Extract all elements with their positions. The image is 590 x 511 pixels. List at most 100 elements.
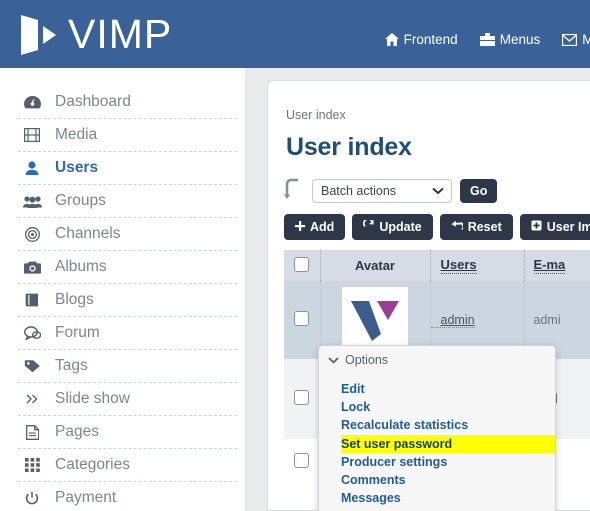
options-dropdown: Options Edit Lock Recalculate statistics… [318,345,556,511]
sidebar-item-forum[interactable]: Forum [0,317,245,349]
plus-icon [295,220,305,234]
row-checkbox-cell [284,439,321,499]
nav-menus[interactable]: Menus [479,32,541,47]
sidebar-item-label: Slide show [55,390,130,407]
select-all-checkbox[interactable] [294,256,310,272]
user-import-button-label: User Import [546,220,590,234]
sidebar-item-albums[interactable]: Albums [0,251,245,283]
refresh-icon [363,218,374,234]
add-button[interactable]: Add [284,214,346,240]
nav-frontend-label: Frontend [403,32,458,47]
users-group-icon [22,195,42,208]
nav-menus-label: Menus [499,32,541,47]
sidebar-item-label: Forum [55,324,100,341]
sidebar-item-groups[interactable]: Groups [0,185,245,217]
update-button[interactable]: Update [352,214,433,240]
sidebar-item-pages[interactable]: Pages [0,416,245,448]
options-dropdown-header-label: Options [345,353,389,367]
top-nav: Frontend Menus M [384,32,590,47]
home-icon [384,33,399,46]
sidebar-item-slide-show[interactable]: Slide show [0,383,245,415]
row-checkbox[interactable] [294,453,310,468]
tag-icon [22,359,42,373]
batch-actions-row: Batch actions Go [284,177,498,205]
film-icon [22,128,42,142]
add-button-label: Add [310,220,335,234]
brand-logo[interactable]: VIMP [0,12,172,56]
menu-item-messages[interactable]: Messages [341,489,555,507]
sidebar-item-label: Media [55,126,98,143]
plus-square-icon [531,220,542,234]
dashboard-icon [22,95,42,109]
go-button[interactable]: Go [460,179,498,203]
grid-icon [22,458,42,472]
menu-item-recalculate-statistics[interactable]: Recalculate statistics [341,416,555,434]
sidebar-item-label: Tags [55,357,88,374]
menu-item-set-user-password[interactable]: Set user password [341,434,555,453]
row-checkbox-cell [284,359,321,439]
sidebar-item-label: Payment [55,489,117,506]
chevron-down-icon [432,184,444,198]
sidebar-item-channels[interactable]: Channels [0,218,245,250]
sidebar-item-label: Channels [55,225,121,242]
batch-actions-value: Batch actions [321,184,397,198]
sidebar-item-label: Dashboard [55,93,131,110]
nav-mail-label: Mai [582,32,590,47]
chevron-down-icon [328,353,339,367]
sidebar-item-payment[interactable]: Payment [0,482,245,511]
options-dropdown-list: Edit Lock Recalculate statistics Set use… [319,374,555,507]
sidebar: Dashboard Media Users Groups Channels Al… [0,68,245,511]
nav-frontend[interactable]: Frontend [384,32,458,47]
file-icon [22,424,42,440]
book-icon [22,293,42,307]
page-title: User index [286,133,412,161]
row-checkbox-cell [284,281,321,359]
sidebar-item-tags[interactable]: Tags [0,350,245,382]
power-icon [22,491,42,505]
breadcrumb[interactable]: User index [286,108,346,122]
user-link[interactable]: admin [430,313,475,328]
reset-button-label: Reset [467,220,502,234]
sidebar-item-blogs[interactable]: Blogs [0,284,245,316]
user-import-button[interactable]: User Import [519,214,590,240]
top-header-bar: VIMP Frontend Menus M [0,0,590,68]
vimp-admin-screen: VIMP Frontend Menus M Dashboard Media Us… [0,0,590,511]
sidebar-item-label: Blogs [55,291,94,308]
update-button-label: Update [379,220,422,234]
briefcase-icon [479,33,495,46]
row-checkbox[interactable] [294,311,310,326]
sidebar-item-media[interactable]: Media [0,119,245,151]
user-icon [22,161,42,175]
sidebar-item-label: Pages [55,423,99,440]
sidebar-item-label: Categories [55,456,130,473]
vimp-play-logo-icon [18,12,58,56]
toolbar: Add Update Reset User I [284,214,590,240]
select-all-header [284,250,321,281]
table-header-row: Avatar Users E-ma [284,250,590,281]
comments-icon [22,326,42,340]
reset-button[interactable]: Reset [439,214,513,240]
sidebar-item-label: Albums [55,258,107,275]
options-dropdown-header[interactable]: Options [319,346,555,374]
sidebar-item-label: Users [55,159,99,176]
sidebar-item-categories[interactable]: Categories [0,449,245,481]
envelope-icon [562,33,578,46]
users-header[interactable]: Users [430,250,525,281]
menu-item-edit[interactable]: Edit [341,380,555,398]
email-header[interactable]: E-ma [524,250,590,281]
email-header-label: E-ma [533,257,566,274]
level-down-arrow-icon [284,177,304,205]
batch-actions-select[interactable]: Batch actions [312,179,452,203]
users-header-label: Users [440,257,477,274]
menu-item-lock[interactable]: Lock [341,398,555,416]
undo-arrow-icon [451,220,465,234]
vimp-v-avatar-icon [342,287,408,353]
sidebar-item-dashboard[interactable]: Dashboard [0,86,245,118]
double-chevron-right-icon [22,393,42,405]
menu-item-producer-settings[interactable]: Producer settings [341,453,555,471]
nav-mail[interactable]: Mai [562,32,590,47]
row-checkbox[interactable] [294,390,310,405]
sidebar-item-users[interactable]: Users [0,152,245,184]
sidebar-item-label: Groups [55,192,106,209]
menu-item-comments[interactable]: Comments [341,471,555,489]
